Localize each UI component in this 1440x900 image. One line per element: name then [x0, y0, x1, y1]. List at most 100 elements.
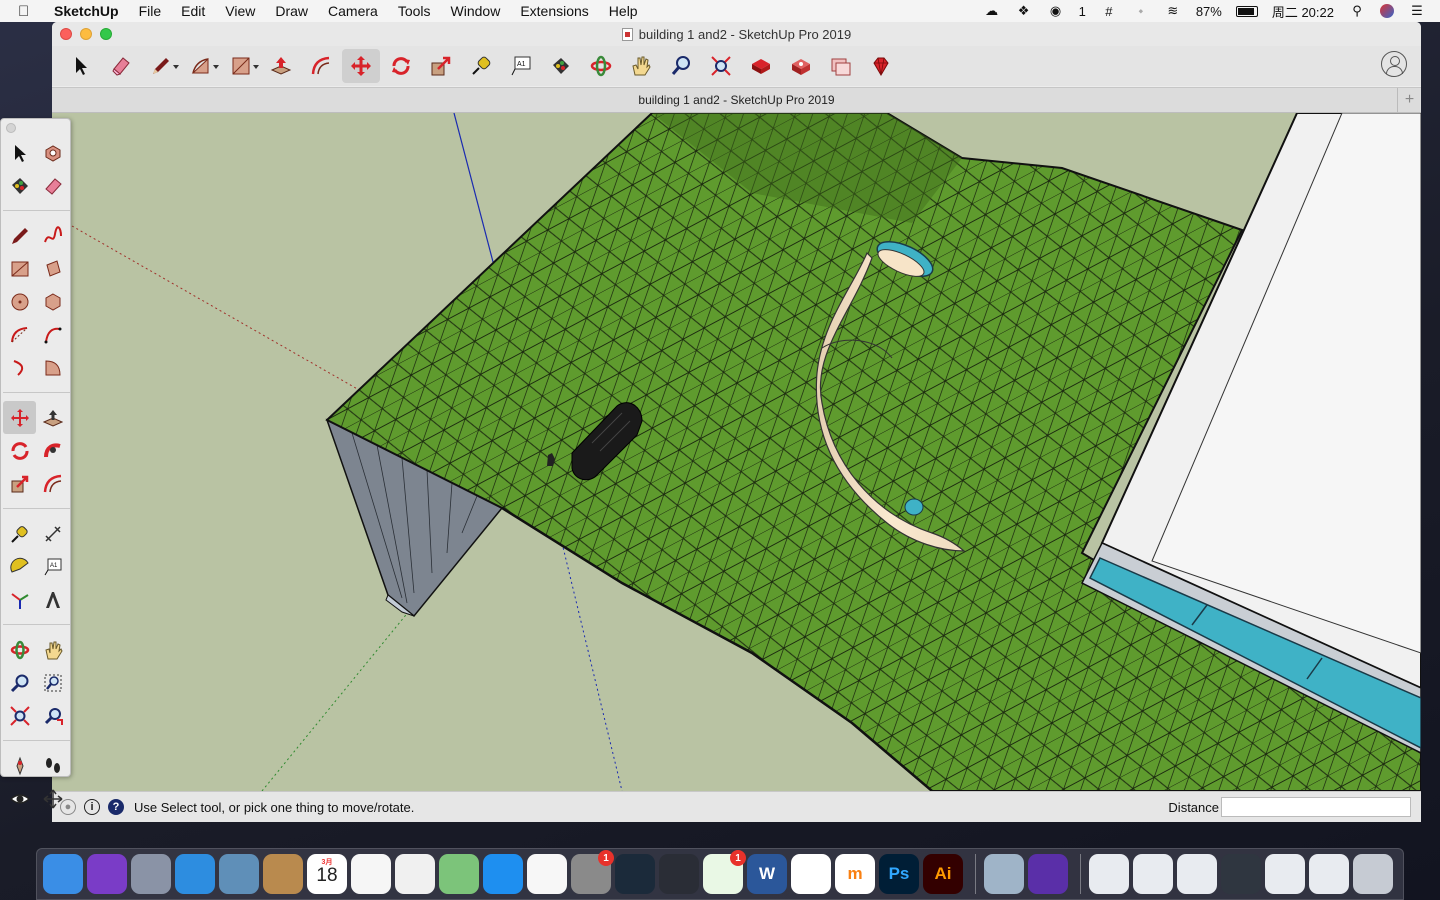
clock[interactable]: 周二 20:22: [1272, 2, 1334, 21]
3d-warehouse-button[interactable]: [742, 49, 780, 83]
palette-section-plane-tool[interactable]: [36, 782, 69, 815]
notification-center-icon[interactable]: ☰: [1408, 3, 1426, 18]
palette-line-tool[interactable]: [3, 219, 36, 252]
palette-rotated-rectangle-tool[interactable]: [36, 252, 69, 285]
dock-siri[interactable]: [87, 854, 127, 894]
paint-bucket-tool-button[interactable]: [542, 49, 580, 83]
close-button[interactable]: [60, 28, 72, 40]
menu-file[interactable]: File: [139, 3, 162, 19]
dock-recent-file-3[interactable]: [1177, 854, 1217, 894]
menu-view[interactable]: View: [225, 3, 255, 19]
siri-icon[interactable]: [1380, 4, 1394, 18]
help-icon[interactable]: ?: [108, 799, 124, 815]
zoom-extents-tool-button[interactable]: [702, 49, 740, 83]
tape-measure-tool-button[interactable]: [462, 49, 500, 83]
palette-arc-tool[interactable]: [3, 318, 36, 351]
account-icon[interactable]: [1381, 51, 1407, 77]
palette-circle-tool[interactable]: [3, 285, 36, 318]
dock-recent-file-1[interactable]: [1089, 854, 1129, 894]
palette-freehand-tool[interactable]: [36, 219, 69, 252]
palette-polygon-tool[interactable]: [36, 285, 69, 318]
palette-rectangle-tool[interactable]: [3, 252, 36, 285]
dock-photos[interactable]: [395, 854, 435, 894]
palette-follow-me-tool[interactable]: [36, 434, 69, 467]
dock-finder[interactable]: [43, 854, 83, 894]
dock-recent-file-5[interactable]: [1265, 854, 1305, 894]
rectangle-tool-button[interactable]: [222, 49, 260, 83]
dock-screenshot-folder[interactable]: [984, 854, 1024, 894]
eraser-tool-button[interactable]: [102, 49, 140, 83]
palette-zoom-tool[interactable]: [3, 666, 36, 699]
palette-offset-tool[interactable]: [36, 467, 69, 500]
palette-3d-text-tool[interactable]: [36, 583, 69, 616]
palette-rotate-tool[interactable]: [3, 434, 36, 467]
palette-select-tool[interactable]: [3, 136, 36, 169]
text-tool-button[interactable]: A1: [502, 49, 540, 83]
dock-illustrator[interactable]: Ai: [923, 854, 963, 894]
dock-reminders[interactable]: [351, 854, 391, 894]
dock-safari[interactable]: [175, 854, 215, 894]
dock-moodle[interactable]: m: [835, 854, 875, 894]
wechat-icon[interactable]: ◉: [1047, 3, 1065, 18]
creative-cloud-icon[interactable]: ☁: [983, 3, 1001, 18]
palette-protractor-tool[interactable]: [3, 550, 36, 583]
palette-dimension-tool[interactable]: [36, 517, 69, 550]
select-tool-button[interactable]: [62, 49, 100, 83]
dock-contacts[interactable]: [263, 854, 303, 894]
dock-sketchup[interactable]: [791, 854, 831, 894]
dropbox-icon[interactable]: ❖: [1015, 3, 1033, 18]
palette-tape-measure-tool[interactable]: [3, 517, 36, 550]
dock-system-preferences[interactable]: 1: [571, 850, 614, 894]
push-pull-tool-button[interactable]: [262, 49, 300, 83]
dock-photoshop[interactable]: Ps: [879, 854, 919, 894]
menu-camera[interactable]: Camera: [328, 3, 378, 19]
send-to-layout-button[interactable]: [822, 49, 860, 83]
extension-manager-button[interactable]: [862, 49, 900, 83]
line-tool-button[interactable]: [142, 49, 180, 83]
palette-close-button[interactable]: [6, 123, 16, 133]
dock-app-store[interactable]: [483, 854, 523, 894]
dock-preview[interactable]: [219, 854, 259, 894]
palette-pie-tool[interactable]: [36, 351, 69, 384]
new-tab-button[interactable]: +: [1397, 88, 1421, 112]
zoom-tool-button[interactable]: [662, 49, 700, 83]
palette-move-tool[interactable]: [3, 401, 36, 434]
apple-icon[interactable]: : [18, 3, 40, 20]
palette-axes-tool[interactable]: [3, 583, 36, 616]
wifi-icon[interactable]: ≋: [1164, 3, 1182, 18]
measurements-input[interactable]: [1221, 797, 1411, 817]
scale-tool-button[interactable]: [422, 49, 460, 83]
palette-zoom-window-tool[interactable]: [36, 666, 69, 699]
palette-make-component-tool[interactable]: [36, 136, 69, 169]
palette-three-point-arc-tool[interactable]: [3, 351, 36, 384]
dock-wechat[interactable]: 1: [703, 850, 746, 894]
dock-quicktime[interactable]: [659, 854, 699, 894]
pan-tool-button[interactable]: [622, 49, 660, 83]
palette-zoom-extents-tool[interactable]: [3, 699, 36, 732]
dock-league-of-legends[interactable]: [615, 854, 655, 894]
palette-orbit-tool[interactable]: [3, 633, 36, 666]
dock-trash[interactable]: [1353, 854, 1393, 894]
palette-previous-view-tool[interactable]: [36, 699, 69, 732]
battery-icon[interactable]: [1235, 5, 1258, 17]
dock-recent-file-2[interactable]: [1133, 854, 1173, 894]
dock-launchpad[interactable]: [131, 854, 171, 894]
input-method-icon[interactable]: #: [1100, 4, 1118, 19]
palette-look-around-tool[interactable]: [3, 782, 36, 815]
palette-eraser-tool[interactable]: [36, 169, 69, 202]
palette-text-tool[interactable]: A1: [36, 550, 69, 583]
arc-tool-button[interactable]: [182, 49, 220, 83]
credits-icon[interactable]: i: [84, 799, 100, 815]
menu-edit[interactable]: Edit: [181, 3, 205, 19]
model-tab[interactable]: building 1 and2 - SketchUp Pro 2019: [638, 93, 834, 107]
minimize-button[interactable]: [80, 28, 92, 40]
bluetooth-icon[interactable]: ⬩: [1132, 3, 1150, 18]
palette-pan-tool[interactable]: [36, 633, 69, 666]
zoom-button[interactable]: [100, 28, 112, 40]
palette-position-camera-tool[interactable]: [3, 749, 36, 782]
palette-two-point-arc-tool[interactable]: [36, 318, 69, 351]
menu-window[interactable]: Window: [451, 3, 501, 19]
palette-scale-tool[interactable]: [3, 467, 36, 500]
palette-paint-bucket-tool[interactable]: [3, 169, 36, 202]
dock-calendar[interactable]: 3月 18: [307, 854, 347, 894]
